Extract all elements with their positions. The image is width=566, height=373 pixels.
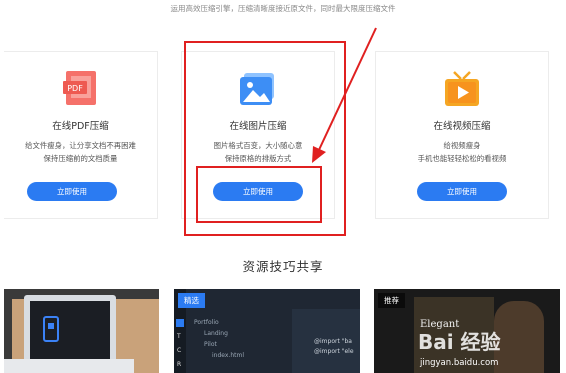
pdf-file-icon: PDF <box>61 69 101 109</box>
pdf-icon-label: PDF <box>67 84 83 93</box>
card-pdf-compress[interactable]: PDF 在线PDF压缩 给文件瘦身，让分享文档不再困难 保持压缩前的文档质量 立… <box>4 51 158 219</box>
file-tree: Portfolio Landing Pilot index.html <box>194 319 244 359</box>
tv-play-icon <box>442 69 482 109</box>
card-title: 在线视频压缩 <box>433 121 491 132</box>
section-title: 资源技巧共享 <box>242 259 324 274</box>
thumbnail-laptop[interactable] <box>4 289 159 373</box>
card-desc: 给文件瘦身，让分享文档不再困难 保持压缩前的文档质量 <box>25 141 136 163</box>
annotation-box-button <box>196 166 322 223</box>
card-video-compress[interactable]: 在线视频压缩 给视频瘦身 手机也能轻轻松松的看视频 立即使用 <box>375 51 549 219</box>
tag-featured: 精选 <box>178 293 205 308</box>
laptop-illustration <box>4 289 159 373</box>
thumbnail-code-editor[interactable]: T C R Portfolio Landing Pilot index.html… <box>174 289 360 373</box>
tagline: 运用高效压缩引擎，压缩清晰度接近原文件，同时最大限度压缩文件 <box>170 4 396 13</box>
editor-pane: @import "ba @import "ele <box>292 309 360 373</box>
card-title: 在线PDF压缩 <box>52 121 109 132</box>
poster-figure <box>494 301 544 373</box>
baidu-watermark: Bai 经验 <box>418 330 501 354</box>
use-now-button-video[interactable]: 立即使用 <box>417 182 507 201</box>
use-now-button-pdf[interactable]: 立即使用 <box>27 182 117 201</box>
tag-recommended: 推荐 <box>378 293 405 308</box>
card-desc: 给视频瘦身 手机也能轻轻松松的看视频 <box>417 141 507 163</box>
watermark-url: jingyan.baidu.com <box>420 358 499 368</box>
